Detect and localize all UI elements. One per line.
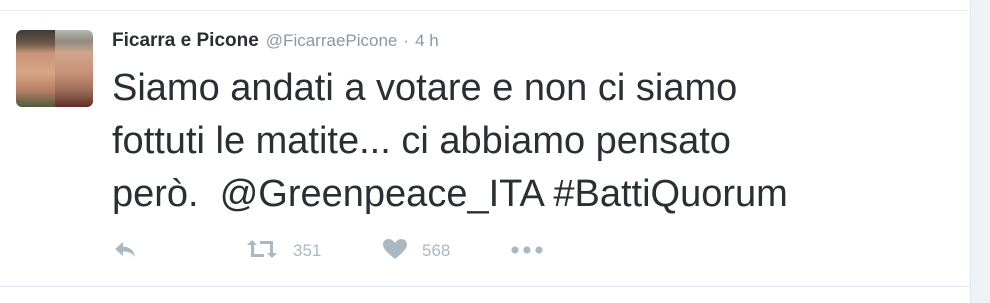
reply-icon bbox=[112, 239, 138, 264]
like-button[interactable]: 568 bbox=[382, 236, 450, 266]
bottom-divider bbox=[0, 286, 970, 287]
author-handle[interactable]: @FicarraePicone bbox=[266, 31, 398, 51]
retweet-button[interactable]: 351 bbox=[245, 236, 321, 266]
header-separator: · bbox=[403, 31, 410, 50]
tweet-text: Siamo andati a votare e non ci siamo fot… bbox=[112, 67, 788, 215]
like-count: 568 bbox=[422, 241, 451, 260]
avatar-right-face bbox=[54, 30, 93, 107]
retweet-count: 351 bbox=[293, 241, 322, 260]
tweet-header: Ficarra e Picone @FicarraePicone · 4 h bbox=[112, 30, 439, 54]
tweet-actions: 351 568 bbox=[112, 236, 632, 266]
retweet-icon bbox=[245, 238, 279, 265]
avatar[interactable] bbox=[16, 30, 93, 107]
top-divider bbox=[0, 10, 970, 11]
more-button[interactable] bbox=[510, 236, 544, 266]
tweet-timestamp[interactable]: 4 h bbox=[415, 31, 439, 51]
avatar-left-face bbox=[16, 30, 55, 107]
more-icon bbox=[510, 242, 544, 260]
tweet-card: Ficarra e Picone @FicarraePicone · 4 h S… bbox=[0, 0, 971, 303]
heart-icon bbox=[382, 238, 408, 265]
reply-button[interactable] bbox=[112, 236, 138, 266]
author-name[interactable]: Ficarra e Picone bbox=[112, 30, 259, 52]
